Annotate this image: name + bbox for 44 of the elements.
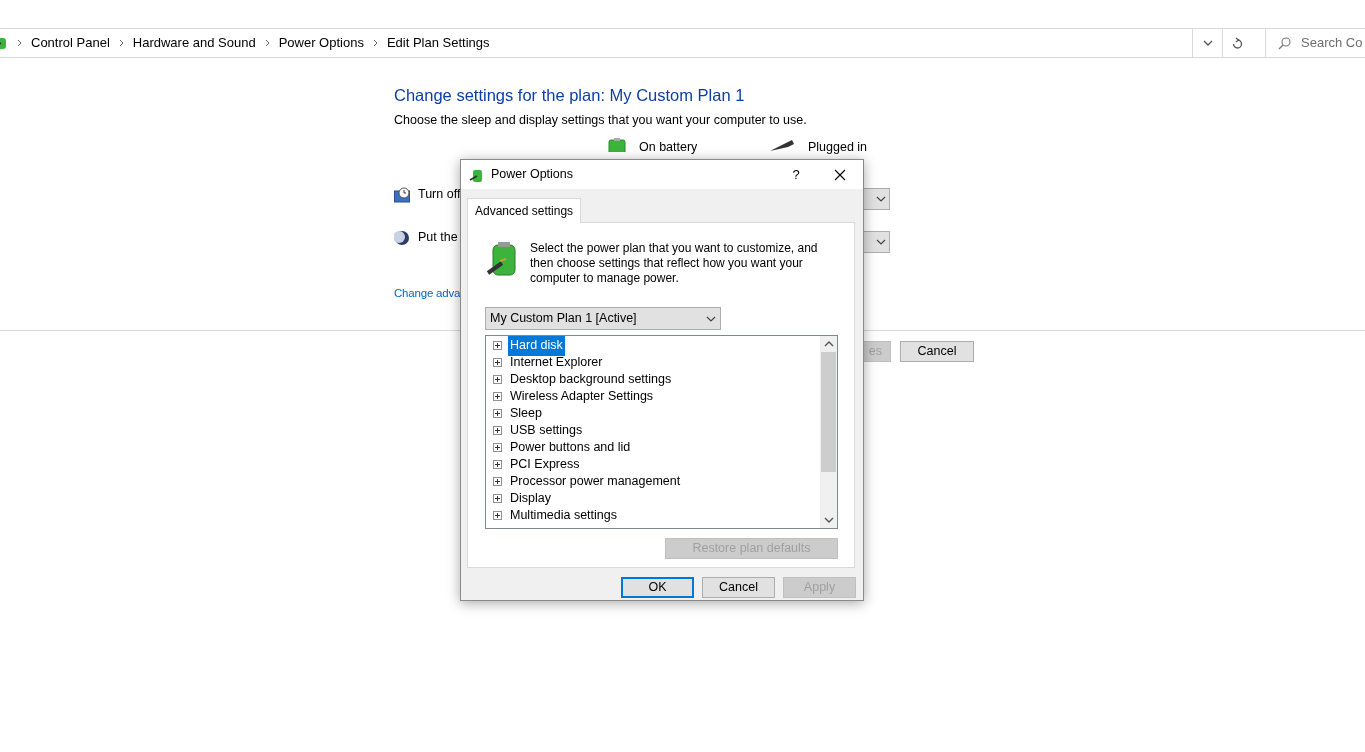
intro-text: Select the power plan that you want to customize, and then choose settings that reflect how you want your computer to manage power. [530, 241, 819, 286]
expand-icon[interactable] [493, 426, 502, 435]
page-title: Change settings for the plan: My Custom Plan 1 [394, 86, 746, 106]
close-icon[interactable] [834, 168, 846, 181]
dropdown-icon[interactable] [1202, 40, 1213, 46]
help-button[interactable]: ? [781, 164, 811, 185]
breadcrumb-item[interactable]: Control Panel [31, 33, 110, 53]
breadcrumb-item[interactable]: Edit Plan Settings [386, 33, 490, 53]
expand-icon[interactable] [493, 443, 502, 452]
ok-button[interactable]: OK [621, 577, 694, 598]
column-header: On battery [639, 138, 698, 156]
column-header: Plugged in [808, 138, 868, 156]
dialog-title: Power Options [491, 166, 574, 184]
advanced-settings-link[interactable]: Change adva [394, 284, 461, 302]
tab[interactable]: Advanced settings [467, 198, 582, 223]
search-field[interactable]: Search Co [1265, 29, 1365, 57]
moon-icon [394, 229, 410, 246]
expand-icon[interactable] [493, 358, 502, 367]
monitor-clock-icon [394, 186, 410, 203]
refresh-icon[interactable] [1232, 36, 1243, 50]
plug-icon [768, 137, 796, 152]
cancel-button[interactable]: Cancel [900, 341, 974, 362]
expand-icon[interactable] [493, 341, 502, 350]
expand-icon[interactable] [493, 460, 502, 469]
expand-icon[interactable] [493, 409, 502, 418]
expand-icon[interactable] [493, 375, 502, 384]
setting-label: Put the [418, 229, 458, 247]
chevron-icon [876, 239, 886, 245]
expand-icon[interactable] [493, 477, 502, 486]
tree-item[interactable]: Hard disk [508, 336, 565, 356]
plan-dropdown[interactable]: My Custom Plan 1 [Active] [485, 307, 721, 330]
scrollbar-thumb[interactable] [821, 352, 836, 472]
battery-icon [607, 137, 627, 152]
expand-icon[interactable] [493, 494, 502, 503]
setting-label: Turn off [418, 186, 461, 204]
breadcrumb-item[interactable]: Power Options [278, 33, 364, 53]
breadcrumb-item[interactable]: Hardware and Sound [132, 33, 256, 53]
chevron-icon [706, 315, 716, 322]
cancel-button[interactable]: Cancel [702, 577, 775, 598]
chevron-icon [876, 196, 886, 202]
page-subtitle: Choose the sleep and display settings that you want your computer to use. [394, 111, 808, 129]
expand-icon[interactable] [493, 511, 502, 520]
expand-icon[interactable] [493, 392, 502, 401]
search-icon [1278, 36, 1291, 50]
